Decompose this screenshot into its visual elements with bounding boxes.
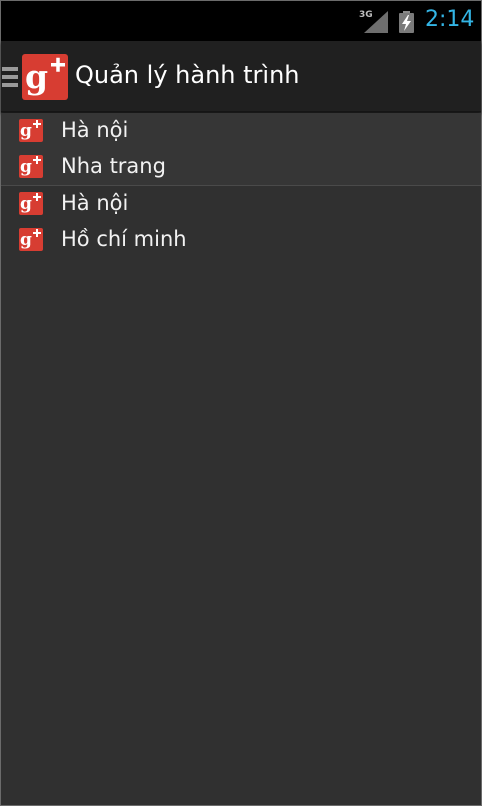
list-item-label: Nha trang: [61, 154, 166, 178]
list-item[interactable]: g Hà nội: [1, 113, 481, 149]
list-item-label: Hồ chí minh: [61, 227, 187, 251]
list-item-label: Hà nội: [61, 191, 129, 215]
svg-text:g: g: [20, 230, 32, 250]
action-bar: g Quản lý hành trình: [1, 41, 481, 112]
list-group: g Hà nội g Hồ chí minh: [1, 186, 481, 258]
google-plus-icon[interactable]: g: [22, 54, 68, 100]
google-plus-icon: g: [19, 155, 43, 178]
svg-text:g: g: [20, 157, 32, 177]
svg-text:g: g: [20, 121, 32, 141]
svg-text:g: g: [25, 57, 48, 96]
status-bar: 3G 2:14: [1, 1, 481, 41]
page-title: Quản lý hành trình: [75, 61, 300, 89]
list-group: g Hà nội g Nha trang: [1, 113, 481, 185]
list-item-label: Hà nội: [61, 118, 129, 142]
list-item[interactable]: g Nha trang: [1, 149, 481, 185]
battery-charging-icon: [399, 11, 414, 33]
google-plus-icon: g: [19, 228, 43, 251]
signal-icon: [364, 11, 388, 33]
itinerary-list: g Hà nội g Nha trang g Hà nội g Hồ chí m…: [1, 113, 481, 258]
drawer-menu-icon[interactable]: [2, 67, 18, 87]
svg-text:g: g: [20, 194, 32, 214]
clock: 2:14: [425, 7, 475, 32]
google-plus-icon: g: [19, 192, 43, 215]
list-item[interactable]: g Hà nội: [1, 186, 481, 222]
list-item[interactable]: g Hồ chí minh: [1, 222, 481, 258]
google-plus-icon: g: [19, 119, 43, 142]
